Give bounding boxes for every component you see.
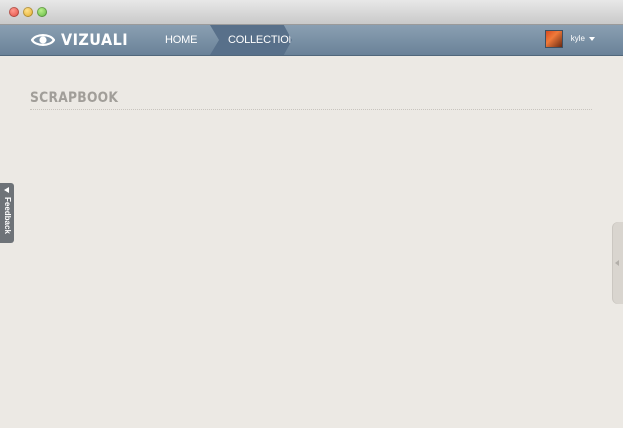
maximize-window-button[interactable] (37, 7, 47, 17)
nav-home[interactable]: HOME (165, 25, 197, 55)
arrow-left-icon (4, 187, 9, 193)
user-menu[interactable]: kyle (544, 30, 595, 48)
feedback-tab[interactable]: Feedback (0, 183, 14, 243)
minimize-window-button[interactable] (23, 7, 33, 17)
username[interactable]: kyle (571, 30, 585, 48)
brand-name: VIZUALI (61, 30, 129, 49)
nav-collection[interactable]: COLLECTION (210, 25, 292, 55)
eye-icon (31, 34, 55, 46)
window-titlebar (0, 0, 623, 25)
title-divider (30, 109, 592, 110)
caret-down-icon[interactable] (589, 37, 595, 41)
side-panel-handle[interactable] (612, 222, 623, 304)
top-navbar: VIZUALI HOME COLLECTION kyle (0, 25, 623, 56)
feedback-label: Feedback (3, 197, 12, 234)
page-title: SCRAPBOOK (30, 90, 119, 106)
close-window-button[interactable] (9, 7, 19, 17)
arrow-left-icon (615, 260, 619, 266)
brand-logo[interactable]: VIZUALI (31, 30, 135, 50)
avatar[interactable] (544, 30, 563, 48)
